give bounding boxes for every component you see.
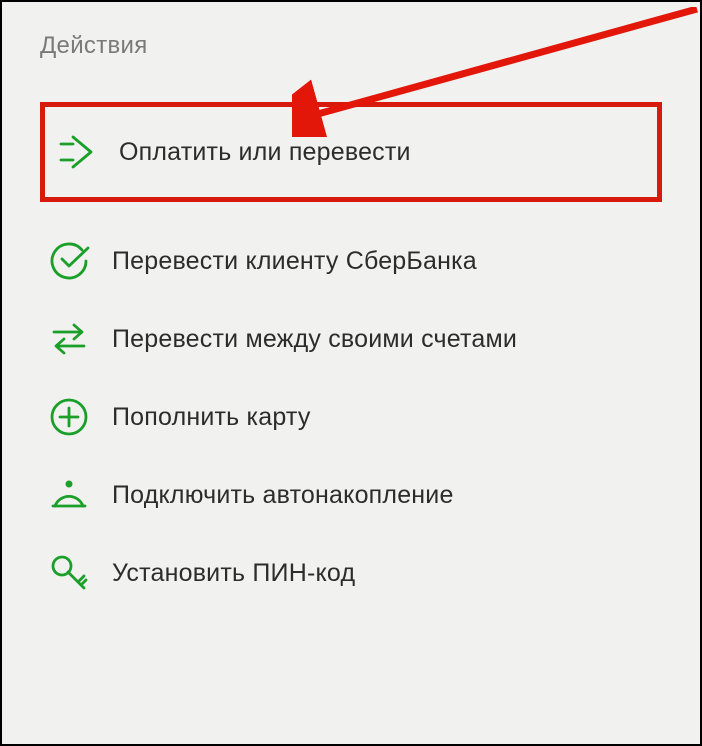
plus-circle-icon bbox=[48, 396, 90, 438]
action-label: Перевести между своими счетами bbox=[112, 325, 517, 354]
action-label: Подключить автонакопление bbox=[112, 481, 454, 510]
key-icon bbox=[48, 552, 90, 594]
pay-arrow-icon bbox=[55, 131, 97, 173]
action-set-pin[interactable]: Установить ПИН-код bbox=[40, 534, 662, 612]
actions-list: Оплатить или перевести Перевести клиенту… bbox=[40, 110, 662, 612]
action-transfer-sber-client[interactable]: Перевести клиенту СберБанка bbox=[40, 222, 662, 300]
action-label: Установить ПИН-код bbox=[112, 559, 355, 588]
action-label: Перевести клиенту СберБанка bbox=[112, 247, 477, 276]
action-pay-or-transfer[interactable]: Оплатить или перевести bbox=[40, 102, 662, 202]
action-top-up-card[interactable]: Пополнить карту bbox=[40, 378, 662, 456]
check-circle-icon bbox=[48, 240, 90, 282]
action-label: Оплатить или перевести bbox=[119, 138, 411, 167]
action-label: Пополнить карту bbox=[112, 403, 311, 432]
section-title: Действия bbox=[40, 32, 662, 60]
swap-arrows-icon bbox=[48, 318, 90, 360]
piggy-bank-icon bbox=[48, 474, 90, 516]
action-transfer-between-accounts[interactable]: Перевести между своими счетами bbox=[40, 300, 662, 378]
action-auto-savings[interactable]: Подключить автонакопление bbox=[40, 456, 662, 534]
